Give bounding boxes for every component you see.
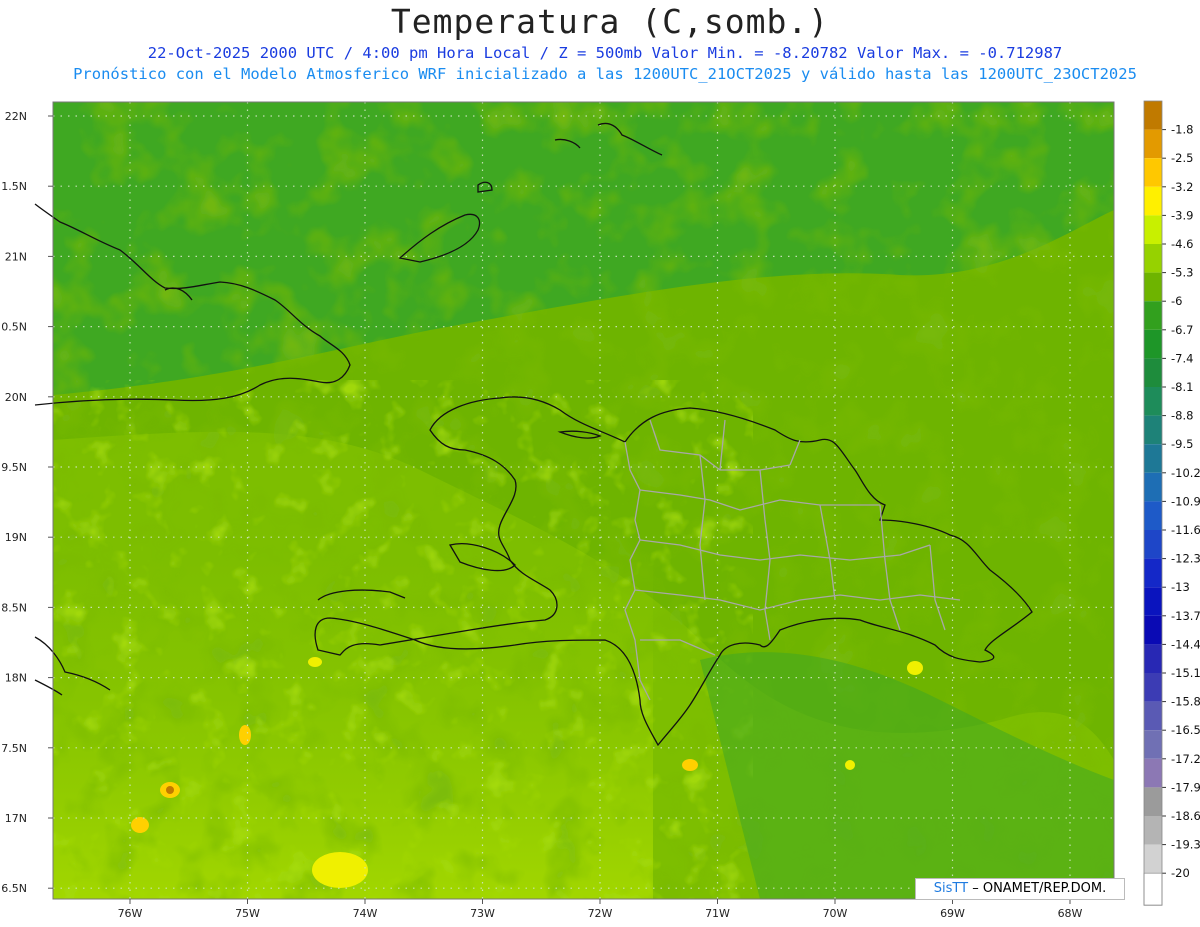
- legend-swatch: [1144, 415, 1162, 445]
- lon-label: 74W: [353, 907, 378, 920]
- lat-label: 19N: [5, 531, 27, 544]
- legend-swatch: [1144, 558, 1162, 588]
- legend-label: -10.9: [1171, 494, 1200, 508]
- legend-swatch-min: [1143, 872, 1163, 906]
- lon-label: 69W: [940, 907, 965, 920]
- legend-label: -6: [1171, 294, 1182, 308]
- lat-label: 8.5N: [1, 601, 27, 614]
- legend-swatch: [1144, 472, 1162, 502]
- legend-label: -12.3: [1171, 552, 1200, 566]
- legend-swatch: [1144, 615, 1162, 645]
- lon-label: 71W: [705, 907, 730, 920]
- legend-label: -11.6: [1171, 523, 1200, 537]
- legend-swatch: [1144, 844, 1162, 874]
- legend-swatch: [1144, 358, 1162, 387]
- legend-label: -16.5: [1171, 723, 1200, 737]
- legend-label: -14.4: [1171, 637, 1200, 651]
- lat-label: 17N: [5, 812, 27, 825]
- legend-label: -19.3: [1171, 838, 1200, 852]
- legend-label: -10.2: [1171, 466, 1200, 480]
- legend-swatch: [1144, 730, 1162, 759]
- lon-label: 70W: [823, 907, 848, 920]
- temperature-field: [53, 102, 1114, 899]
- legend-swatch: [1144, 129, 1162, 159]
- legend-label: -8.8: [1171, 409, 1193, 423]
- legend-swatch: [1144, 301, 1162, 330]
- legend-swatch: [1144, 673, 1162, 702]
- legend-swatch: [1144, 387, 1162, 416]
- legend-swatch: [1144, 701, 1162, 731]
- latitude-labels: 22N 1.5N 21N 0.5N 20N 9.5N 19N 8.5N 18N 7.5N 17N 6.…: [1, 110, 27, 895]
- longitude-labels: 76W 75W 74W 73W 72W 71W 70W 69W 68W: [118, 907, 1083, 920]
- legend-label: -2.5: [1171, 151, 1193, 165]
- legend-swatch: [1144, 530, 1162, 559]
- lat-label: 7.5N: [1, 742, 27, 755]
- legend-label: -1.8: [1171, 123, 1193, 137]
- lat-label: 9.5N: [1, 461, 27, 474]
- legend-swatch: [1144, 587, 1162, 616]
- legend-label: -15.8: [1171, 695, 1200, 709]
- lat-label: 1.5N: [1, 180, 27, 193]
- legend-label: -18.6: [1171, 809, 1200, 823]
- lat-label: 22N: [5, 110, 27, 123]
- legend-label: -8.1: [1171, 380, 1193, 394]
- legend-swatch: [1144, 186, 1162, 216]
- lat-label: 21N: [5, 250, 27, 263]
- legend-label: -7.4: [1171, 351, 1193, 365]
- legend-swatch: [1144, 215, 1162, 244]
- lat-label: 18N: [5, 672, 27, 685]
- legend-label: -17.9: [1171, 780, 1200, 794]
- legend-label: -5.3: [1171, 266, 1193, 280]
- legend-label: -17.2: [1171, 752, 1200, 766]
- legend-label: -3.2: [1171, 180, 1193, 194]
- lat-label: 0.5N: [1, 321, 27, 334]
- legend-label: -3.9: [1171, 208, 1193, 222]
- sistt-logo: SisTT: [933, 881, 969, 896]
- legend-swatch: [1144, 816, 1162, 845]
- legend-swatch: [1144, 158, 1162, 187]
- color-legend: -1.8 -2.5 -3.2 -3.9 -4.6 -5.3 -6 -6.7 -7.4 -8.1 -8…: [1143, 100, 1200, 906]
- legend-swatch: [1144, 444, 1162, 473]
- legend-swatch: [1144, 644, 1162, 673]
- lon-label: 73W: [470, 907, 495, 920]
- lon-label: 76W: [118, 907, 143, 920]
- legend-swatch: [1144, 244, 1162, 273]
- legend-swatch: [1144, 272, 1162, 302]
- legend-swatch: [1144, 758, 1162, 788]
- lon-label: 68W: [1058, 907, 1083, 920]
- forecast-map: 22N 1.5N 21N 0.5N 20N 9.5N 19N 8.5N 18N 7.5N 17N 6.…: [1, 100, 1200, 920]
- legend-label: -6.7: [1171, 323, 1193, 337]
- lat-label: 6.5N: [1, 882, 27, 895]
- legend-label: -13: [1171, 580, 1190, 594]
- legend-swatch: [1144, 501, 1162, 530]
- lat-label: 20N: [5, 391, 27, 404]
- legend-swatch: [1144, 787, 1162, 816]
- legend-label: -20: [1171, 866, 1190, 880]
- legend-label: -13.7: [1171, 609, 1200, 623]
- credit-text: – ONAMET/REP.DOM.: [972, 881, 1107, 896]
- legend-swatch: [1144, 329, 1162, 359]
- lon-label: 72W: [588, 907, 613, 920]
- lon-label: 75W: [235, 907, 260, 920]
- legend-label: -15.1: [1171, 666, 1200, 680]
- legend-label: -9.5: [1171, 437, 1193, 451]
- legend-swatch: [1144, 101, 1162, 130]
- legend-label: -4.6: [1171, 237, 1193, 251]
- credit-badge: SisTT – ONAMET/REP.DOM.: [915, 878, 1125, 900]
